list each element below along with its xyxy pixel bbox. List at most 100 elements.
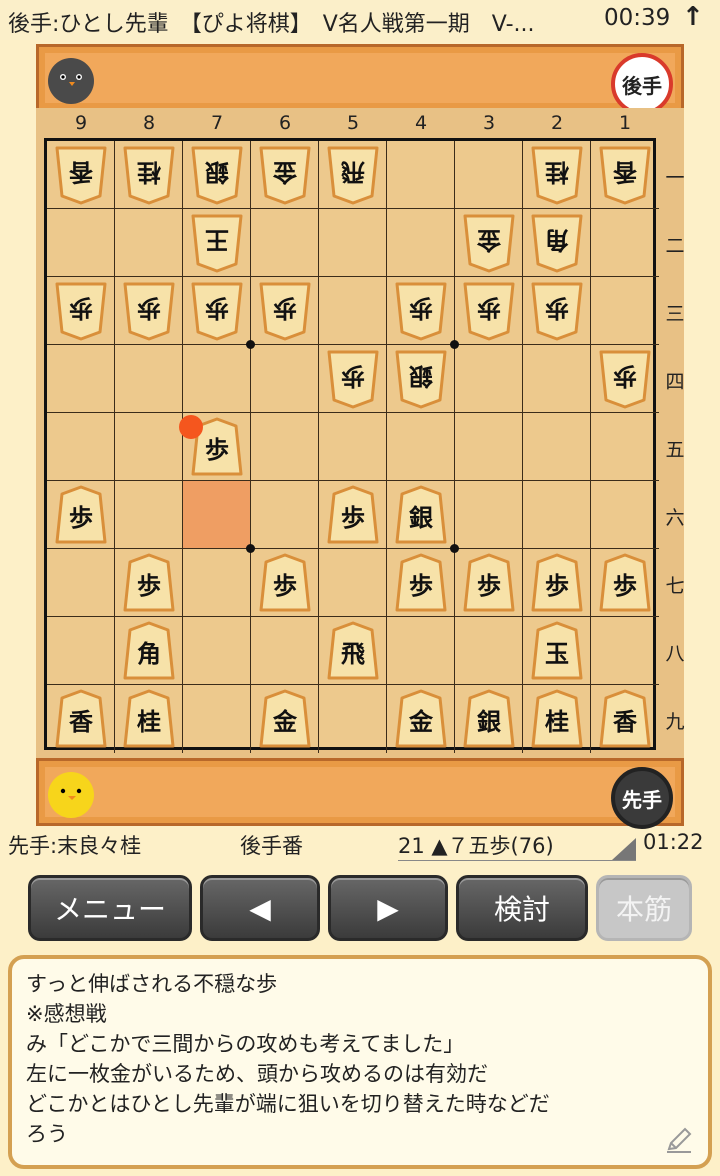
- gote-piece[interactable]: 歩: [259, 281, 311, 341]
- sente-piece[interactable]: 歩: [531, 553, 583, 613]
- up-arrow-icon[interactable]: ↑: [682, 2, 704, 32]
- board-square[interactable]: [455, 617, 523, 685]
- sente-piece[interactable]: 歩: [123, 553, 175, 613]
- board-square[interactable]: [115, 209, 183, 277]
- board-square[interactable]: [251, 209, 319, 277]
- board-square[interactable]: [523, 345, 591, 413]
- board-square[interactable]: [455, 481, 523, 549]
- board-square[interactable]: [319, 209, 387, 277]
- gote-piece[interactable]: 銀: [395, 349, 447, 409]
- board-square[interactable]: [115, 481, 183, 549]
- gote-piece[interactable]: 飛: [327, 145, 379, 205]
- board-square[interactable]: [455, 141, 523, 209]
- board-square[interactable]: [251, 345, 319, 413]
- gote-piece[interactable]: 金: [463, 213, 515, 273]
- star-point: [450, 544, 459, 553]
- analyze-button[interactable]: 検討: [456, 875, 588, 941]
- sente-piece[interactable]: 歩: [599, 553, 651, 613]
- board-square[interactable]: [183, 549, 251, 617]
- piece-label: 銀: [477, 707, 501, 736]
- gote-piece[interactable]: 王: [191, 213, 243, 273]
- sente-piece[interactable]: 歩: [463, 553, 515, 613]
- gray-bird-icon[interactable]: [45, 53, 97, 105]
- board-square[interactable]: [319, 685, 387, 753]
- gote-piece[interactable]: 歩: [531, 281, 583, 341]
- board-square[interactable]: [591, 413, 659, 481]
- gote-piece[interactable]: 歩: [327, 349, 379, 409]
- board-square[interactable]: [523, 413, 591, 481]
- gote-piece[interactable]: 角: [531, 213, 583, 273]
- gote-badge: 後手: [611, 53, 673, 115]
- mainline-button[interactable]: 本筋: [596, 875, 692, 941]
- board-square[interactable]: [387, 209, 455, 277]
- board-square[interactable]: [47, 617, 115, 685]
- board-square[interactable]: [47, 549, 115, 617]
- gote-piece[interactable]: 桂: [531, 145, 583, 205]
- column-label: 4: [414, 112, 428, 134]
- sente-piece[interactable]: 金: [395, 689, 447, 749]
- gote-piece[interactable]: 歩: [395, 281, 447, 341]
- sente-piece[interactable]: 銀: [395, 485, 447, 545]
- board-square[interactable]: [319, 277, 387, 345]
- board-grid[interactable]: 香桂銀金飛桂香王金角歩歩歩歩歩歩歩歩銀歩歩歩歩銀歩歩歩歩歩歩角飛玉香桂金金銀桂香: [44, 138, 659, 753]
- sente-piece[interactable]: 歩: [327, 485, 379, 545]
- board-square[interactable]: [183, 617, 251, 685]
- gote-piece[interactable]: 歩: [123, 281, 175, 341]
- sente-piece[interactable]: 銀: [463, 689, 515, 749]
- sente-piece[interactable]: 角: [123, 621, 175, 681]
- sente-piece[interactable]: 桂: [531, 689, 583, 749]
- comment-box[interactable]: すっと伸ばされる不穏な歩 ※感想戦 み「どこかで三間からの攻めも考えてました」 …: [8, 955, 712, 1169]
- board-square[interactable]: [591, 481, 659, 549]
- board-square[interactable]: [183, 685, 251, 753]
- board-square[interactable]: [523, 481, 591, 549]
- sente-piece[interactable]: 歩: [55, 485, 107, 545]
- yellow-chick-icon[interactable]: [45, 767, 97, 819]
- board-square[interactable]: [251, 617, 319, 685]
- board-square[interactable]: [387, 617, 455, 685]
- board-square[interactable]: [183, 481, 251, 549]
- sente-piece-stand[interactable]: 先手: [36, 758, 684, 829]
- board-square[interactable]: [319, 549, 387, 617]
- gote-piece[interactable]: 銀: [191, 145, 243, 205]
- sente-piece[interactable]: 金: [259, 689, 311, 749]
- shogi-board[interactable]: 香桂銀金飛桂香王金角歩歩歩歩歩歩歩歩銀歩歩歩歩銀歩歩歩歩歩歩角飛玉香桂金金銀桂香…: [36, 108, 685, 758]
- board-square[interactable]: [387, 141, 455, 209]
- sente-piece[interactable]: 歩: [395, 553, 447, 613]
- gote-piece[interactable]: 香: [55, 145, 107, 205]
- next-move-button[interactable]: ▶: [328, 875, 448, 941]
- move-selector[interactable]: 21 ▲７五歩(76): [398, 830, 636, 861]
- sente-piece[interactable]: 玉: [531, 621, 583, 681]
- board-square[interactable]: [387, 413, 455, 481]
- board-square[interactable]: [47, 345, 115, 413]
- pencil-icon[interactable]: [664, 1125, 694, 1155]
- sente-piece[interactable]: 歩: [259, 553, 311, 613]
- gote-piece[interactable]: 香: [599, 145, 651, 205]
- board-square[interactable]: [47, 413, 115, 481]
- board-square[interactable]: [115, 413, 183, 481]
- gote-piece[interactable]: 金: [259, 145, 311, 205]
- board-square[interactable]: [319, 413, 387, 481]
- board-square[interactable]: [47, 209, 115, 277]
- gote-piece[interactable]: 歩: [463, 281, 515, 341]
- sente-piece[interactable]: 香: [55, 689, 107, 749]
- board-square[interactable]: [251, 413, 319, 481]
- sente-piece[interactable]: 飛: [327, 621, 379, 681]
- gote-piece[interactable]: 桂: [123, 145, 175, 205]
- triangle-corner-icon[interactable]: [612, 838, 636, 860]
- board-square[interactable]: [183, 345, 251, 413]
- board-square[interactable]: [591, 617, 659, 685]
- menu-button[interactable]: メニュー: [28, 875, 192, 941]
- gote-piece[interactable]: 歩: [55, 281, 107, 341]
- board-square[interactable]: [251, 481, 319, 549]
- board-square[interactable]: [455, 413, 523, 481]
- board-square[interactable]: [115, 345, 183, 413]
- board-square[interactable]: [591, 277, 659, 345]
- sente-piece[interactable]: 香: [599, 689, 651, 749]
- gote-piece[interactable]: 歩: [599, 349, 651, 409]
- sente-piece[interactable]: 桂: [123, 689, 175, 749]
- prev-move-button[interactable]: ◀: [200, 875, 320, 941]
- board-square[interactable]: [455, 345, 523, 413]
- gote-piece[interactable]: 歩: [191, 281, 243, 341]
- board-square[interactable]: [591, 209, 659, 277]
- gote-piece-stand[interactable]: 後手: [36, 44, 684, 115]
